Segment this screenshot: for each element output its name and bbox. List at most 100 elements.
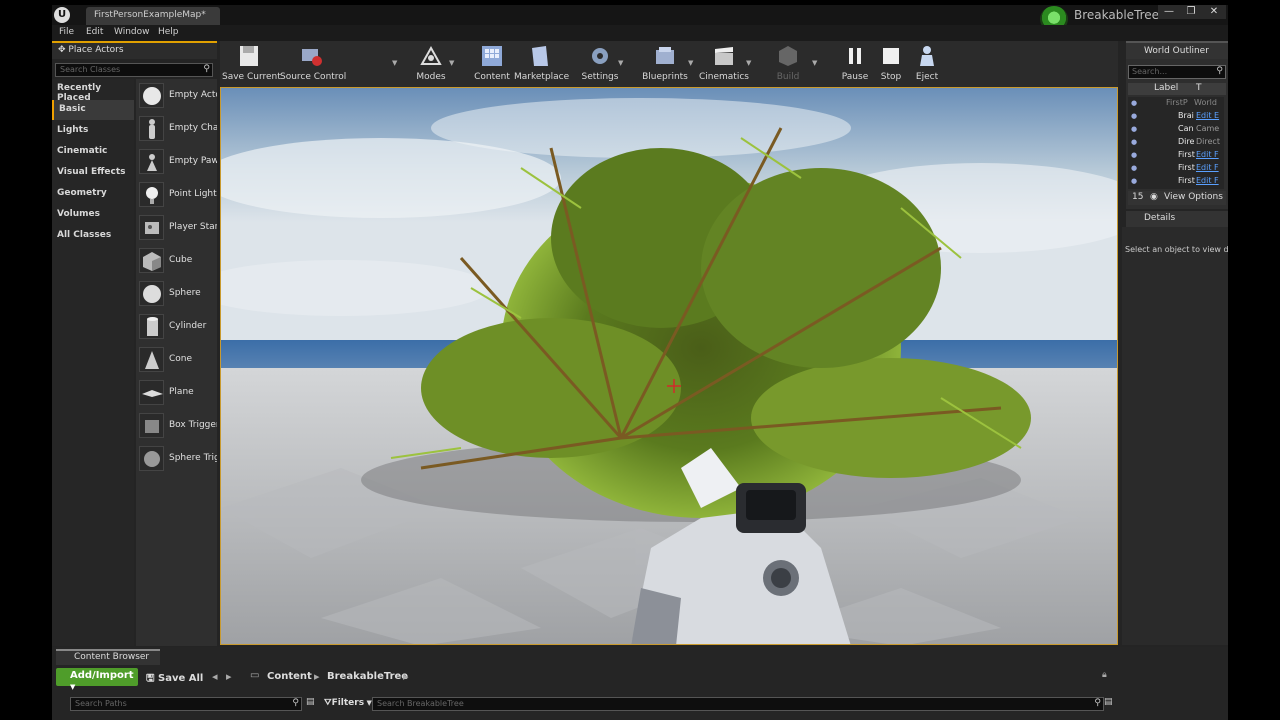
unreal-logo-icon[interactable]: U xyxy=(54,7,70,23)
search-classes-input[interactable]: Search Classes ⚲ xyxy=(55,63,213,77)
save-current-button[interactable]: Save Current xyxy=(222,41,281,87)
col-label[interactable]: Label xyxy=(1154,83,1178,93)
details-title: Details xyxy=(1144,213,1176,223)
details-panel: Select an object to view details. xyxy=(1122,227,1228,645)
blueprints-dropdown-icon[interactable]: ▼ xyxy=(688,59,693,67)
outliner-search-input[interactable]: Search... ⚲ xyxy=(1128,65,1226,79)
actor-item-sphere-trigger[interactable]: Sphere Trigger xyxy=(136,444,217,474)
pause-button[interactable]: Pause xyxy=(838,41,872,87)
content-browser-tab[interactable]: Content Browser xyxy=(56,649,160,665)
actor-type-link[interactable]: Edit E xyxy=(1196,111,1219,120)
category-visual-effects[interactable]: Visual Effects xyxy=(52,163,134,183)
cinematics-dropdown-icon[interactable]: ▼ xyxy=(746,59,751,67)
actor-type-link[interactable]: Edit F xyxy=(1196,163,1219,172)
add-import-button[interactable]: Add/Import ▼ xyxy=(56,668,138,691)
col-type[interactable]: T xyxy=(1196,83,1202,93)
actor-item-cylinder[interactable]: Cylinder xyxy=(136,312,217,342)
category-volumes[interactable]: Volumes xyxy=(52,205,134,225)
search-paths-input[interactable]: Search Paths ⚲ xyxy=(70,697,302,711)
breadcrumb-breakabletree[interactable]: BreakableTree xyxy=(327,671,408,682)
stop-button[interactable]: Stop xyxy=(876,41,906,87)
actor-item-point-light[interactable]: Point Light xyxy=(136,180,217,210)
visibility-eye-icon[interactable]: ● xyxy=(1131,125,1137,133)
category-lights[interactable]: Lights xyxy=(52,121,134,141)
minimize-button[interactable]: — xyxy=(1158,5,1180,19)
visibility-eye-icon[interactable]: ● xyxy=(1131,164,1137,172)
breadcrumb-separator-icon[interactable]: ▸ xyxy=(403,670,409,683)
modes-dropdown-icon[interactable]: ▼ xyxy=(449,59,454,67)
actor-item-cone[interactable]: Cone xyxy=(136,345,217,375)
actor-item-empty-actor[interactable]: Empty Actor xyxy=(136,81,217,111)
view-list-icon[interactable]: ▤ xyxy=(306,697,315,707)
level-tab[interactable]: FirstPersonExampleMap* xyxy=(86,7,220,25)
category-basic[interactable]: Basic xyxy=(52,100,134,120)
build-button[interactable]: Build xyxy=(770,41,806,87)
source-control-button[interactable]: Source Control xyxy=(280,41,346,87)
view-options-button[interactable]: View Options xyxy=(1164,192,1223,202)
visibility-eye-icon[interactable]: ● xyxy=(1131,99,1137,107)
cinematics-button[interactable]: Cinematics xyxy=(698,41,750,87)
outliner-row[interactable]: ● Can Came xyxy=(1128,123,1224,136)
content-button[interactable]: Content xyxy=(472,41,512,87)
filters-button[interactable]: ⛛Filters ▼ xyxy=(324,698,372,708)
actor-item-empty-character[interactable]: Empty Character xyxy=(136,114,217,144)
place-actors-tab[interactable]: ✥ Place Actors xyxy=(52,41,217,59)
viewport-scene xyxy=(221,88,1117,644)
menu-window[interactable]: Window xyxy=(114,27,150,37)
lock-icon[interactable]: 🔒︎ xyxy=(1102,670,1107,680)
modes-button[interactable]: Modes xyxy=(410,41,452,87)
category-cinematic[interactable]: Cinematic xyxy=(52,142,134,162)
actor-type-link[interactable]: Edit F xyxy=(1196,150,1219,159)
pawn-icon xyxy=(139,149,164,174)
actor-type-link[interactable]: Edit F xyxy=(1196,176,1219,185)
actor-item-cube[interactable]: Cube xyxy=(136,246,217,276)
outliner-search-placeholder: Search... xyxy=(1132,67,1168,76)
close-button[interactable]: ✕ xyxy=(1202,5,1226,19)
category-all-classes[interactable]: All Classes xyxy=(52,226,134,246)
settings-dropdown-icon[interactable]: ▼ xyxy=(618,59,623,67)
world-outliner-tab[interactable]: World Outliner xyxy=(1126,41,1228,59)
bulb-icon xyxy=(139,182,164,207)
actor-label: Plane xyxy=(169,387,194,397)
actor-item-empty-pawn[interactable]: Empty Pawn xyxy=(136,147,217,177)
breadcrumb-content[interactable]: Content xyxy=(267,671,312,682)
menu-help[interactable]: Help xyxy=(158,27,179,37)
maximize-button[interactable]: ❐ xyxy=(1180,5,1202,19)
actor-item-plane[interactable]: Plane xyxy=(136,378,217,408)
details-empty-message: Select an object to view details. xyxy=(1125,245,1228,254)
outliner-row[interactable]: ● Dire Direct xyxy=(1128,136,1224,149)
save-search-icon[interactable]: ▤ xyxy=(1104,697,1113,707)
outliner-row[interactable]: ● Brai Edit E xyxy=(1128,110,1224,123)
details-tab[interactable]: Details xyxy=(1126,211,1228,227)
outliner-row[interactable]: ● FirstP World xyxy=(1128,97,1224,110)
menu-file[interactable]: File xyxy=(59,27,74,37)
content-browser: Content Browser Add/Import ▼ 🖫 Save All … xyxy=(52,647,1228,720)
category-recently-placed[interactable]: Recently Placed xyxy=(52,79,134,103)
cinematics-icon xyxy=(712,44,736,68)
settings-button[interactable]: Settings xyxy=(578,41,622,87)
level-viewport[interactable] xyxy=(220,87,1118,645)
actor-item-box-trigger[interactable]: Box Trigger xyxy=(136,411,217,441)
source-control-dropdown-icon[interactable]: ▼ xyxy=(392,59,397,67)
actor-item-player-start[interactable]: Player Start xyxy=(136,213,217,243)
main-toolbar: Save Current Source Control ▼ Modes ▼ Co… xyxy=(220,41,1118,87)
build-dropdown-icon[interactable]: ▼ xyxy=(812,59,817,67)
outliner-row[interactable]: ● First Edit F xyxy=(1128,162,1224,175)
search-folder-input[interactable]: Search BreakableTree ⚲ xyxy=(372,697,1104,711)
save-all-button[interactable]: 🖫 Save All xyxy=(146,671,203,688)
outliner-row[interactable]: ● First Edit F xyxy=(1128,175,1224,188)
category-geometry[interactable]: Geometry xyxy=(52,184,134,204)
visibility-eye-icon[interactable]: ● xyxy=(1131,177,1137,185)
visibility-eye-icon[interactable]: ● xyxy=(1131,112,1137,120)
back-icon[interactable]: ◂ xyxy=(212,670,218,683)
eject-button[interactable]: Eject xyxy=(910,41,944,87)
blueprints-button[interactable]: Blueprints xyxy=(640,41,690,87)
visibility-eye-icon[interactable]: ● xyxy=(1131,151,1137,159)
visibility-eye-icon[interactable]: ● xyxy=(1131,138,1137,146)
outliner-row[interactable]: ● First Edit F xyxy=(1128,149,1224,162)
marketplace-button[interactable]: Marketplace xyxy=(514,41,569,87)
breadcrumb-separator-icon[interactable]: ▸ xyxy=(314,670,320,683)
actor-item-sphere[interactable]: Sphere xyxy=(136,279,217,309)
menu-edit[interactable]: Edit xyxy=(86,27,103,37)
forward-icon[interactable]: ▸ xyxy=(226,670,232,683)
